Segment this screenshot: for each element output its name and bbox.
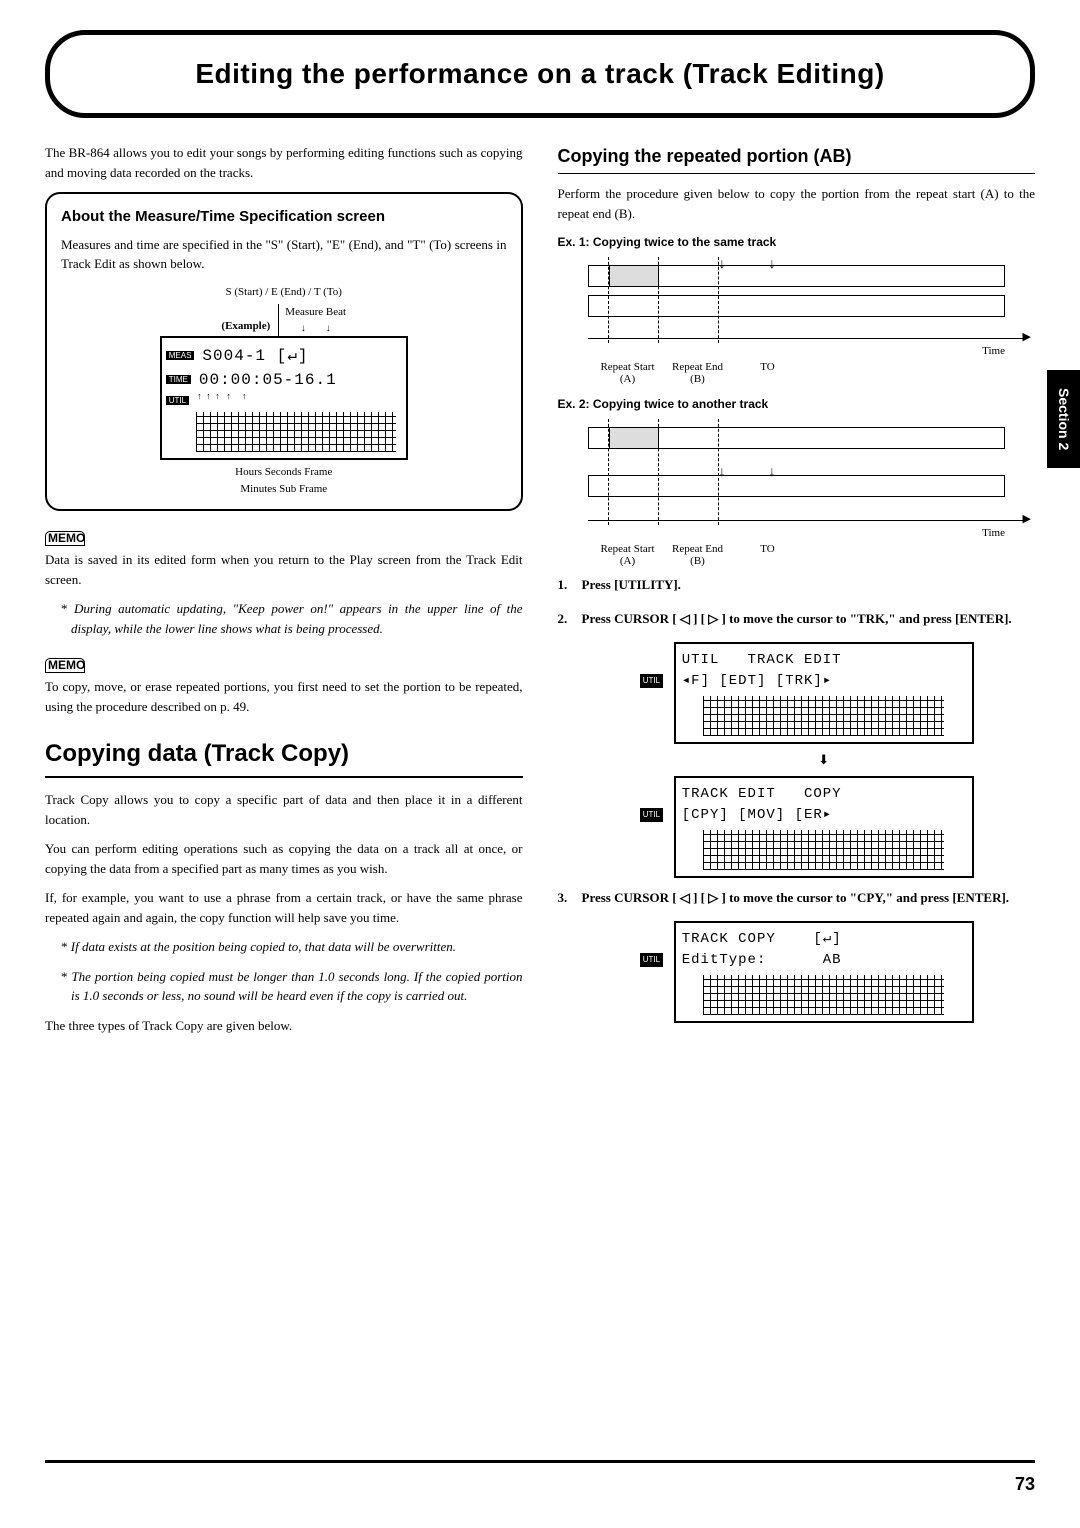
column-labels: Measure Beat	[285, 304, 346, 321]
section-tab: Section 2	[1047, 370, 1080, 468]
page-title-frame: Editing the performance on a track (Trac…	[45, 30, 1035, 118]
copy-p2: You can perform editing operations such …	[45, 839, 523, 878]
ex1-label: Ex. 1: Copying twice to the same track	[558, 233, 1036, 251]
fig-repeat-b: Repeat End (B)	[668, 361, 728, 385]
content-columns: The BR-864 allows you to edit your songs…	[45, 143, 1035, 1045]
left-column: The BR-864 allows you to edit your songs…	[45, 143, 523, 1045]
util-tag: UTIL	[640, 953, 663, 967]
copy-p4: The three types of Track Copy are given …	[45, 1016, 523, 1036]
memo-icon: MEMO	[45, 658, 85, 673]
ab-intro: Perform the procedure given below to cop…	[558, 184, 1036, 223]
about-heading: About the Measure/Time Specification scr…	[61, 206, 507, 229]
copy-note2: The portion being copied must be longer …	[61, 967, 523, 1006]
heading-copy-ab: Copying the repeated portion (AB)	[558, 143, 1036, 174]
right-column: Copying the repeated portion (AB) Perfor…	[558, 143, 1036, 1045]
lcd1-line2: ◂F] [EDT] [TRK]▸	[682, 671, 966, 692]
figure-ex1: ↓ ↓ Time Repeat Start (A) Repeat End (B)…	[558, 257, 1036, 385]
memo1-note: During automatic updating, "Keep power o…	[61, 599, 523, 638]
step-3: Press CURSOR [ ◁ ] [ ▷ ] to move the cur…	[558, 888, 1036, 908]
about-body: Measures and time are specified in the "…	[61, 235, 507, 274]
lcd-screen-1: UTIL UTIL TRACK EDIT ◂F] [EDT] [TRK]▸	[674, 642, 974, 744]
lcd3-line1: TRACK COPY [↵]	[682, 929, 966, 950]
footer-rule	[45, 1460, 1035, 1463]
fig-time-label: Time	[982, 525, 1005, 542]
intro-paragraph: The BR-864 allows you to edit your songs…	[45, 143, 523, 182]
example-label: (Example)	[221, 318, 270, 335]
figure-ex2: ↓ ↓ Time Repeat Start (A) Repeat End (B)…	[558, 419, 1036, 567]
memo1-body: Data is saved in its edited form when yo…	[45, 550, 523, 589]
fig-time-label: Time	[982, 343, 1005, 360]
time-tag: TIME	[166, 375, 191, 384]
page-number: 73	[1015, 1471, 1035, 1498]
measure-diagram: S (Start) / E (End) / T (To) (Example) M…	[61, 284, 507, 498]
down-arrow-icon: ⬇	[613, 750, 1036, 770]
fig-repeat-a: Repeat Start (A)	[598, 361, 658, 385]
memo2-body: To copy, move, or erase repeated portion…	[45, 677, 523, 716]
util-tag: UTIL	[640, 674, 663, 688]
fig-to: TO	[738, 361, 798, 385]
meas-tag: MEAS	[166, 351, 195, 360]
step-1: Press [UTILITY].	[558, 575, 1036, 595]
heading-track-copy: Copying data (Track Copy)	[45, 736, 523, 778]
bottom-labels-1: Hours Seconds Frame	[61, 464, 507, 481]
lcd1-line1: UTIL TRACK EDIT	[682, 650, 966, 671]
fig-to: TO	[738, 543, 798, 567]
steps-list-2: Press CURSOR [ ◁ ] [ ▷ ] to move the cur…	[558, 888, 1036, 908]
about-box: About the Measure/Time Specification scr…	[45, 192, 523, 511]
diagram-top-label: S (Start) / E (End) / T (To)	[61, 284, 507, 301]
lcd3-line2: EditType: AB	[682, 950, 966, 971]
lcd2-line2: [CPY] [MOV] [ER▸	[682, 805, 966, 826]
fig-repeat-a: Repeat Start (A)	[598, 543, 658, 567]
util-tag: UTIL	[640, 808, 663, 822]
step-2: Press CURSOR [ ◁ ] [ ▷ ] to move the cur…	[558, 609, 1036, 629]
copy-note1: If data exists at the position being cop…	[61, 937, 523, 957]
memo-icon: MEMO	[45, 531, 85, 546]
lcd-screen-3: UTIL TRACK COPY [↵] EditType: AB	[674, 921, 974, 1023]
fig-repeat-b: Repeat End (B)	[668, 543, 728, 567]
page-title: Editing the performance on a track (Trac…	[80, 53, 1000, 95]
ex2-label: Ex. 2: Copying twice to another track	[558, 395, 1036, 413]
copy-p3: If, for example, you want to use a phras…	[45, 888, 523, 927]
lcd2-line1: TRACK EDIT COPY	[682, 784, 966, 805]
lcd-meas-line2: 00:00:05-16.1	[199, 368, 337, 392]
bottom-labels-2: Minutes Sub Frame	[61, 481, 507, 498]
lcd-screen-2: UTIL TRACK EDIT COPY [CPY] [MOV] [ER▸	[674, 776, 974, 878]
steps-list: Press [UTILITY]. Press CURSOR [ ◁ ] [ ▷ …	[558, 575, 1036, 628]
lcd-meas-line1: S004-1 [↵]	[202, 344, 308, 368]
copy-p1: Track Copy allows you to copy a specific…	[45, 790, 523, 829]
util-tag: UTIL	[166, 396, 189, 405]
